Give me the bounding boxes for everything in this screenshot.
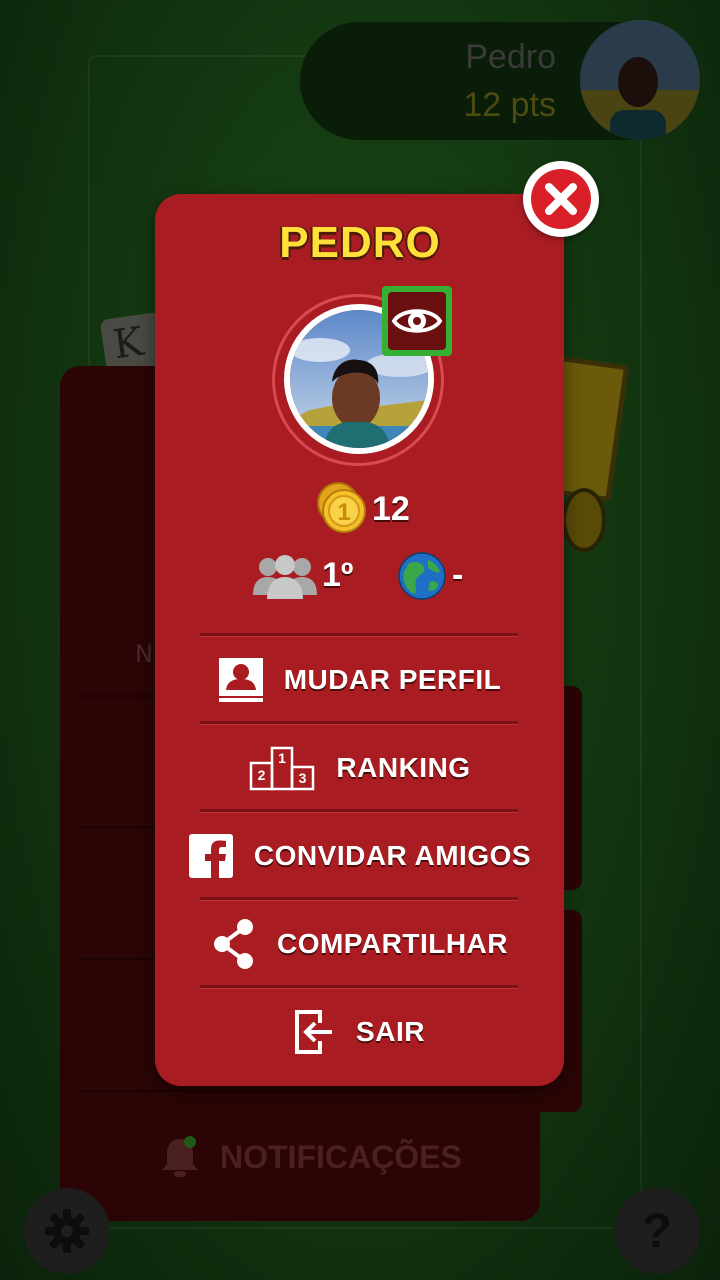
friends-icon [252, 553, 318, 603]
help-button[interactable]: ? [614, 1188, 700, 1274]
profile-name-title: PEDRO [279, 218, 441, 267]
facebook-icon [188, 833, 234, 879]
ranking-button[interactable]: 1 2 3 RANKING [155, 725, 564, 811]
question-mark-icon: ? [642, 1204, 672, 1258]
svg-text:2: 2 [258, 767, 266, 783]
world-rank: - [452, 556, 464, 594]
settings-button[interactable] [24, 1188, 110, 1274]
invite-friends-label: CONVIDAR AMIGOS [253, 840, 532, 871]
invite-friends-button[interactable]: CONVIDAR AMIGOS [155, 813, 564, 899]
change-profile-button[interactable]: MUDAR PERFIL [155, 637, 564, 723]
svg-text:1: 1 [337, 499, 350, 526]
ranking-label: RANKING [336, 752, 471, 783]
logout-label: SAIR [356, 1016, 425, 1047]
yellow-coin [562, 488, 606, 552]
share-icon [211, 918, 257, 970]
notifications-item[interactable]: NOTIFICAÇÕES [160, 1136, 462, 1178]
podium-icon: 1 2 3 [248, 745, 316, 791]
eye-icon [388, 292, 446, 350]
share-label: COMPARTILHAR [276, 928, 508, 959]
profile-icon [218, 657, 264, 703]
bell-icon [162, 1136, 198, 1177]
coins-count: 12 [372, 490, 410, 528]
globe-icon [398, 552, 446, 604]
svg-text:1: 1 [279, 750, 287, 766]
friends-rank: 1º [322, 556, 354, 594]
svg-text:3: 3 [299, 770, 307, 786]
coins-icon: 1 [316, 481, 370, 539]
avatar-photo [580, 20, 700, 140]
background-divider [80, 1090, 520, 1092]
logout-button[interactable]: SAIR [155, 989, 564, 1075]
player-points: 12 pts [463, 86, 556, 124]
card-letter: K [110, 318, 147, 369]
share-button[interactable]: COMPARTILHAR [155, 901, 564, 987]
change-profile-label: MUDAR PERFIL [283, 664, 502, 695]
player-avatar[interactable] [580, 20, 700, 140]
notifications-label: NOTIFICAÇÕES [220, 1138, 462, 1175]
background-menu-text: N [135, 640, 153, 668]
exit-icon [294, 1009, 336, 1055]
player-name: Pedro [465, 38, 556, 76]
gear-icon [45, 1209, 89, 1253]
view-profile-button[interactable] [382, 286, 452, 356]
